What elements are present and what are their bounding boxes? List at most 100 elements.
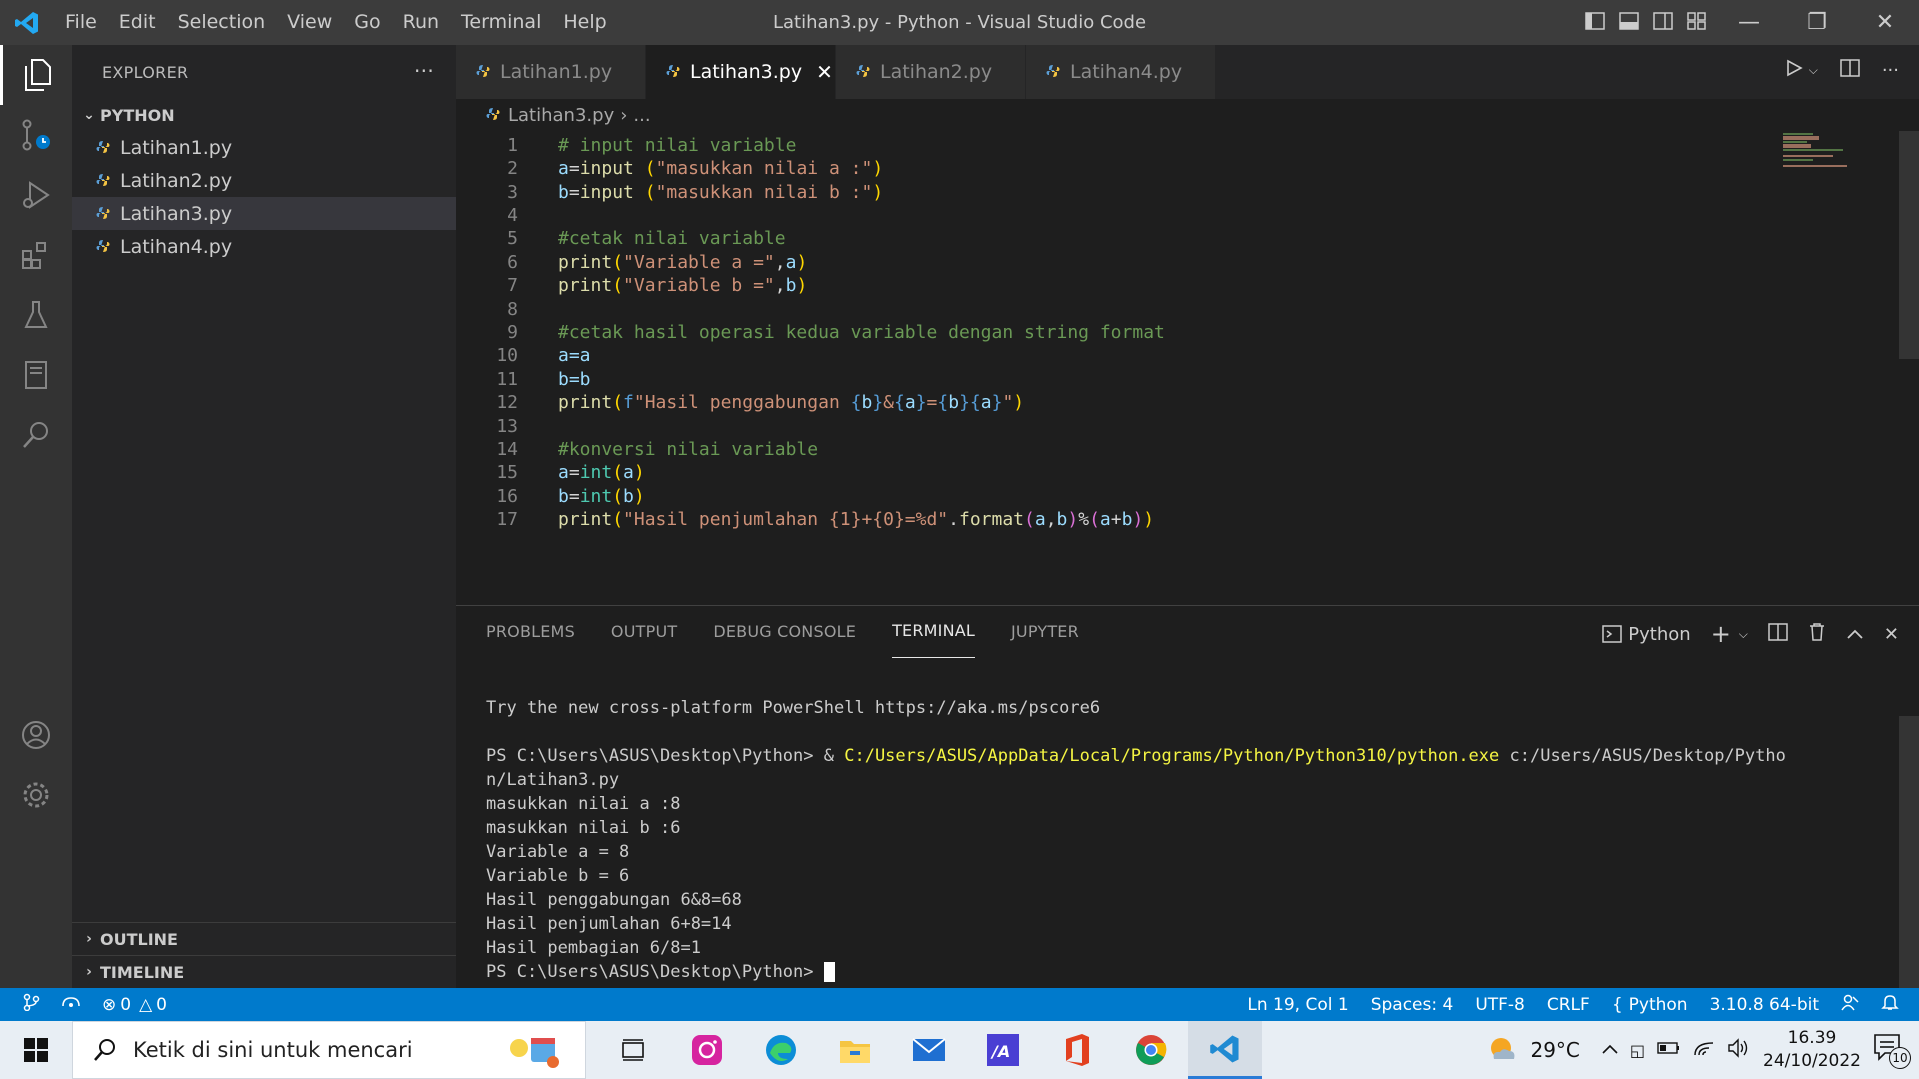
volume-icon[interactable] (1727, 1037, 1751, 1063)
toggle-sidebar-icon[interactable] (1583, 9, 1607, 33)
explorer-icon[interactable] (0, 45, 72, 105)
weather-icon[interactable] (1488, 1035, 1518, 1066)
task-view-icon[interactable] (596, 1021, 670, 1079)
menu-help[interactable]: Help (552, 0, 617, 45)
breadcrumb: Latihan3.py › ... (456, 99, 651, 131)
close-window-button[interactable]: ✕ (1851, 0, 1919, 45)
breadcrumb-file[interactable]: Latihan3.py (508, 105, 614, 126)
folder-python[interactable]: ⌄ PYTHON (72, 99, 456, 131)
split-editor-icon[interactable] (1840, 59, 1860, 82)
extensions-icon[interactable] (0, 225, 72, 285)
notifications-bell-icon[interactable] (1881, 993, 1899, 1016)
menu-edit[interactable]: Edit (108, 0, 167, 45)
close-tab-icon[interactable]: ✕ (816, 60, 833, 84)
search-icon[interactable] (0, 405, 72, 465)
chevron-up-icon[interactable] (1602, 1042, 1618, 1058)
chevron-down-icon[interactable]: ⌵ (1739, 627, 1748, 642)
notebook-icon[interactable] (0, 345, 72, 405)
menu-run[interactable]: Run (392, 0, 450, 45)
menu-terminal[interactable]: Terminal (450, 0, 552, 45)
settings-gear-icon[interactable] (0, 765, 72, 825)
tab-latihan4[interactable]: Latihan4.py (1026, 45, 1216, 99)
feedback-icon[interactable] (1841, 993, 1859, 1016)
file-label: Latihan1.py (120, 136, 233, 159)
close-panel-icon[interactable]: ✕ (1884, 624, 1899, 645)
chevron-down-icon[interactable]: ⌵ (1809, 63, 1818, 78)
indentation[interactable]: Spaces: 4 (1371, 995, 1454, 1015)
maximize-panel-icon[interactable] (1846, 624, 1864, 645)
terminal-output[interactable]: Try the new cross-platform PowerShell ht… (486, 696, 1906, 984)
problems-status[interactable]: ⊗ 0 △ 0 (102, 995, 167, 1015)
outline-section[interactable]: › OUTLINE (72, 922, 456, 955)
terminal-shell-selector[interactable]: Python (1602, 624, 1691, 645)
taskbar-search-box[interactable]: Ketik di sini untuk mencari (72, 1021, 586, 1079)
tab-label: Latihan3.py (690, 61, 803, 83)
instagram-icon[interactable] (670, 1021, 744, 1079)
bottom-panel: PROBLEMS OUTPUT DEBUG CONSOLE TERMINAL J… (456, 605, 1919, 988)
chrome-icon[interactable] (1114, 1021, 1188, 1079)
menu-file[interactable]: File (54, 0, 108, 45)
minimap[interactable] (1779, 131, 1899, 211)
cursor-position[interactable]: Ln 19, Col 1 (1247, 995, 1348, 1015)
action-center-icon[interactable]: 10 (1873, 1033, 1911, 1069)
tab-problems[interactable]: PROBLEMS (486, 606, 575, 658)
trash-icon[interactable] (1808, 622, 1826, 647)
file-latihan4[interactable]: Latihan4.py (72, 230, 456, 263)
activity-bar (0, 45, 72, 988)
run-python-file-icon[interactable] (1785, 59, 1803, 82)
toggle-secondary-sidebar-icon[interactable] (1651, 9, 1675, 33)
source-control-icon[interactable] (0, 105, 72, 165)
code-text: b=int(b) (558, 485, 645, 507)
file-explorer-icon[interactable] (818, 1021, 892, 1079)
wifi-icon[interactable] (1693, 1039, 1715, 1062)
timeline-label: TIMELINE (100, 962, 185, 982)
tab-output[interactable]: OUTPUT (611, 606, 677, 658)
encoding[interactable]: UTF-8 (1475, 995, 1525, 1015)
tab-latihan3[interactable]: Latihan3.py ✕ (646, 45, 836, 99)
file-latihan3[interactable]: Latihan3.py (72, 197, 456, 230)
menu-go[interactable]: Go (343, 0, 391, 45)
restore-button[interactable]: ❐ (1783, 0, 1851, 45)
visual-studio-2022-icon[interactable]: /A (966, 1021, 1040, 1079)
start-button[interactable] (0, 1021, 72, 1079)
mail-icon[interactable] (892, 1021, 966, 1079)
more-actions-icon[interactable]: ··· (1882, 60, 1899, 81)
new-terminal-icon[interactable]: + (1711, 620, 1731, 648)
menu-selection[interactable]: Selection (167, 0, 277, 45)
office-icon[interactable] (1040, 1021, 1114, 1079)
tab-latihan1[interactable]: Latihan1.py (456, 45, 646, 99)
testing-icon[interactable] (0, 285, 72, 345)
split-terminal-icon[interactable] (1768, 622, 1788, 646)
breadcrumb-symbols[interactable]: ... (633, 105, 650, 126)
search-icon (94, 1039, 115, 1061)
timeline-section[interactable]: › TIMELINE (72, 955, 456, 988)
tab-terminal[interactable]: TERMINAL (892, 606, 976, 658)
code-text: #cetak hasil operasi kedua variable deng… (558, 321, 1165, 343)
live-share-icon[interactable] (60, 994, 82, 1015)
file-latihan1[interactable]: Latihan1.py (72, 131, 456, 164)
menu-view[interactable]: View (276, 0, 343, 45)
file-latihan2[interactable]: Latihan2.py (72, 164, 456, 197)
remote-icon[interactable] (22, 993, 40, 1016)
language-mode[interactable]: {Python (1612, 995, 1688, 1015)
run-debug-icon[interactable] (0, 165, 72, 225)
more-actions-icon[interactable]: ··· (414, 59, 434, 83)
tab-debug-console[interactable]: DEBUG CONSOLE (713, 606, 856, 658)
edge-icon[interactable] (744, 1021, 818, 1079)
terminal-scrollbar[interactable] (1899, 716, 1919, 988)
battery-icon[interactable] (1657, 1040, 1681, 1060)
tab-latihan2[interactable]: Latihan2.py (836, 45, 1026, 99)
code-editor[interactable]: 1 # input nilai variable 2 a=input ("masuk… (456, 131, 1899, 605)
toggle-panel-icon[interactable] (1617, 9, 1641, 33)
temperature[interactable]: 29°C (1530, 1038, 1579, 1062)
meet-now-icon[interactable]: ◱ (1630, 1041, 1645, 1060)
clock[interactable]: 16.39 24/10/2022 (1763, 1027, 1861, 1073)
end-of-line[interactable]: CRLF (1547, 995, 1590, 1015)
customize-layout-icon[interactable] (1685, 9, 1709, 33)
editor-scrollbar[interactable] (1899, 131, 1919, 359)
tab-jupyter[interactable]: JUPYTER (1011, 606, 1079, 658)
vscode-taskbar-icon[interactable] (1188, 1021, 1262, 1079)
minimize-button[interactable]: — (1715, 0, 1783, 45)
python-interpreter[interactable]: 3.10.8 64-bit (1710, 995, 1819, 1015)
accounts-icon[interactable] (0, 705, 72, 765)
